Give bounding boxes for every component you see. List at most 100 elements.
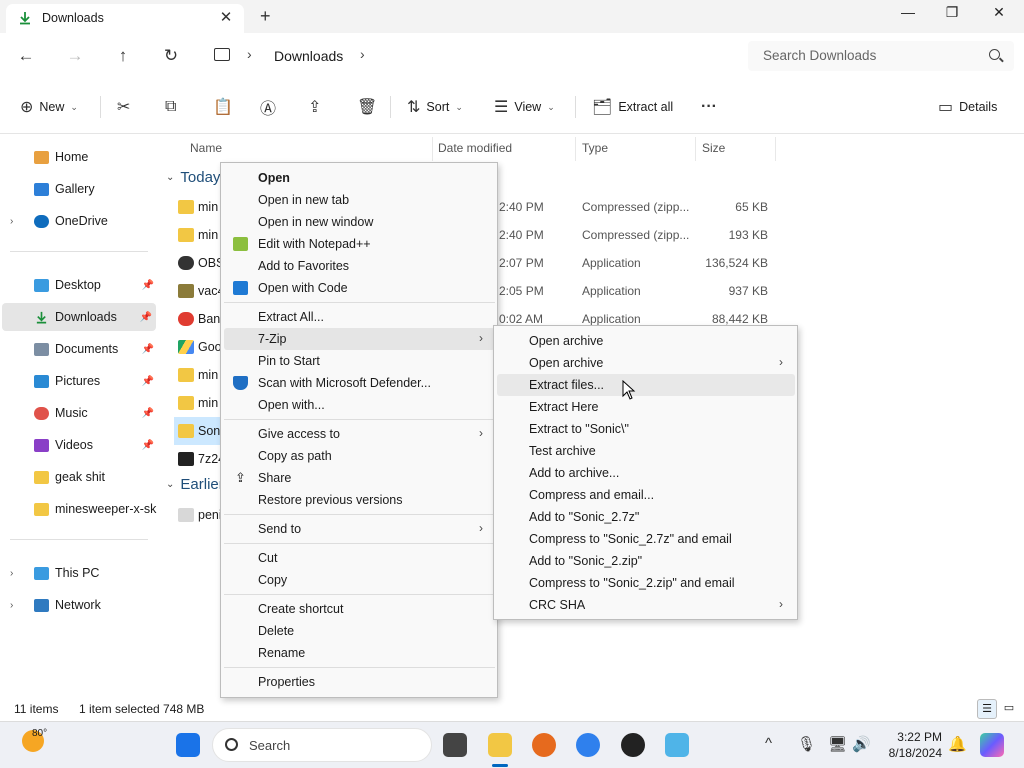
copy-icon[interactable]: ⧉ <box>165 97 176 117</box>
sidebar-item-desktop[interactable]: Desktop 📌 <box>0 271 158 299</box>
menu-item-open-with[interactable]: Open with... <box>224 394 495 416</box>
tab-downloads[interactable]: Downloads ✕ <box>6 4 244 33</box>
submenu-test-archive[interactable]: Test archive <box>497 440 795 462</box>
submenu-open-archive[interactable]: Open archive <box>497 330 795 352</box>
column-header-type[interactable]: Type <box>582 141 608 155</box>
sidebar-item-downloads[interactable]: Downloads 📌 <box>2 303 156 331</box>
view-button[interactable]: ☰ View ⌄ <box>494 97 555 117</box>
details-button[interactable]: ▭ Details <box>938 97 997 117</box>
paste-icon[interactable]: 📋 <box>213 97 233 117</box>
menu-item-restore-versions[interactable]: Restore previous versions <box>224 489 495 511</box>
menu-item-defender-scan[interactable]: Scan with Microsoft Defender... <box>224 372 495 394</box>
submenu-compress-zip-email[interactable]: Compress to "Sonic_2.zip" and email <box>497 572 795 594</box>
rename-icon[interactable]: Ⓐ <box>260 97 276 118</box>
sidebar-item-pictures[interactable]: Pictures 📌 <box>0 367 158 395</box>
menu-item-extract-all[interactable]: Extract All... <box>224 306 495 328</box>
minimize-button[interactable]: — <box>893 4 923 20</box>
menu-item-open-new-window[interactable]: Open in new window <box>224 211 495 233</box>
menu-item-copy[interactable]: Copy <box>224 569 495 591</box>
menu-item-rename[interactable]: Rename <box>224 642 495 664</box>
menu-item-open[interactable]: Open <box>224 167 495 189</box>
share-icon[interactable]: ⇪ <box>308 97 321 117</box>
submenu-crc-sha[interactable]: CRC SHA › <box>497 594 795 616</box>
submenu-add-7z[interactable]: Add to "Sonic_2.7z" <box>497 506 795 528</box>
back-icon[interactable]: ← <box>14 45 38 69</box>
chrome-icon[interactable] <box>576 733 600 757</box>
up-icon[interactable]: ↑ <box>111 45 135 69</box>
chevron-up-icon[interactable]: ^ <box>765 735 772 752</box>
sidebar-item-this-pc[interactable]: › This PC <box>0 559 158 587</box>
copilot-icon[interactable] <box>980 733 1004 757</box>
refresh-icon[interactable]: ↻ <box>159 45 183 69</box>
start-icon[interactable] <box>176 733 200 757</box>
submenu-compress-email[interactable]: Compress and email... <box>497 484 795 506</box>
sidebar-item-gallery[interactable]: Gallery <box>0 175 158 203</box>
sidebar-item-onedrive[interactable]: › OneDrive <box>0 207 158 235</box>
maximize-button[interactable]: ❐ <box>937 4 967 21</box>
task-view-icon[interactable] <box>443 733 467 757</box>
sidebar-item-documents[interactable]: Documents 📌 <box>0 335 158 363</box>
sidebar-item-videos[interactable]: Videos 📌 <box>0 431 158 459</box>
sidebar-item-minesweeper[interactable]: minesweeper-x-skin <box>0 495 158 523</box>
chevron-right-icon[interactable]: › <box>10 216 13 227</box>
menu-item-create-shortcut[interactable]: Create shortcut <box>224 598 495 620</box>
network-icon[interactable]: 🖥 <box>828 735 847 753</box>
submenu-extract-to-folder[interactable]: Extract to "Sonic\" <box>497 418 795 440</box>
column-header-date[interactable]: Date modified <box>438 141 512 155</box>
obs-icon[interactable] <box>621 733 645 757</box>
new-tab-button[interactable]: + <box>260 6 271 27</box>
cut-icon[interactable]: ✂ <box>117 97 130 117</box>
sidebar-item-music[interactable]: Music 📌 <box>0 399 158 427</box>
menu-item-delete[interactable]: Delete <box>224 620 495 642</box>
menu-item-share[interactable]: ⇪ Share <box>224 467 495 489</box>
chevron-right-icon[interactable]: › <box>10 568 13 579</box>
column-header-size[interactable]: Size <box>702 141 725 155</box>
submenu-open-archive-more[interactable]: Open archive › <box>497 352 795 374</box>
column-divider[interactable] <box>575 137 576 161</box>
clock[interactable]: 3:22 PM 8/18/2024 <box>876 729 942 761</box>
menu-item-copy-path[interactable]: Copy as path <box>224 445 495 467</box>
forward-icon[interactable]: → <box>63 45 87 69</box>
menu-item-send-to[interactable]: Send to › <box>224 518 495 540</box>
details-view-icon[interactable]: ☰ <box>977 699 997 719</box>
chevron-right-icon[interactable]: › <box>360 46 365 62</box>
address-box[interactable]: › Downloads › <box>200 41 740 71</box>
menu-item-cut[interactable]: Cut <box>224 547 495 569</box>
menu-item-notepadpp[interactable]: Edit with Notepad++ <box>224 233 495 255</box>
menu-item-open-with-code[interactable]: Open with Code <box>224 277 495 299</box>
column-divider[interactable] <box>432 137 433 161</box>
menu-item-7zip[interactable]: 7-Zip › <box>224 328 495 350</box>
tab-close-button[interactable]: ✕ <box>216 8 236 26</box>
menu-item-give-access[interactable]: Give access to › <box>224 423 495 445</box>
notification-bell-icon[interactable]: 🔔 <box>948 735 967 753</box>
group-header-today[interactable]: ⌄ Today <box>166 169 220 186</box>
microphone-icon[interactable]: 🎙 <box>797 735 816 753</box>
new-button[interactable]: ⊕ New ⌄ <box>20 97 78 117</box>
delete-icon[interactable]: 🗑 <box>357 97 377 117</box>
firefox-icon[interactable] <box>532 733 556 757</box>
extract-all-button[interactable]: 🗂 Extract all <box>592 97 673 117</box>
submenu-compress-7z-email[interactable]: Compress to "Sonic_2.7z" and email <box>497 528 795 550</box>
column-divider[interactable] <box>775 137 776 161</box>
menu-item-add-favorites[interactable]: Add to Favorites <box>224 255 495 277</box>
column-divider[interactable] <box>695 137 696 161</box>
menu-item-pin-start[interactable]: Pin to Start <box>224 350 495 372</box>
submenu-add-to-archive[interactable]: Add to archive... <box>497 462 795 484</box>
taskbar-search[interactable]: Search <box>212 728 432 762</box>
column-header-name[interactable]: Name <box>190 141 222 155</box>
sidebar-item-network[interactable]: › Network <box>0 591 158 619</box>
submenu-add-zip[interactable]: Add to "Sonic_2.zip" <box>497 550 795 572</box>
menu-item-properties[interactable]: Properties <box>224 671 495 693</box>
breadcrumb-downloads[interactable]: Downloads <box>274 48 343 64</box>
sort-button[interactable]: ⇅ Sort ⌄ <box>407 97 463 117</box>
submenu-extract-files[interactable]: Extract files... <box>497 374 795 396</box>
sidebar-item-geak-shit[interactable]: geak shit <box>0 463 158 491</box>
tiles-view-icon[interactable]: ▭ <box>999 699 1019 719</box>
close-window-button[interactable]: ✕ <box>984 4 1014 21</box>
chevron-right-icon[interactable]: › <box>247 46 252 62</box>
app-icon[interactable] <box>665 733 689 757</box>
file-explorer-icon[interactable] <box>488 733 512 757</box>
more-options-icon[interactable]: ··· <box>701 97 717 117</box>
menu-item-open-new-tab[interactable]: Open in new tab <box>224 189 495 211</box>
sidebar-item-home[interactable]: Home <box>0 143 158 171</box>
